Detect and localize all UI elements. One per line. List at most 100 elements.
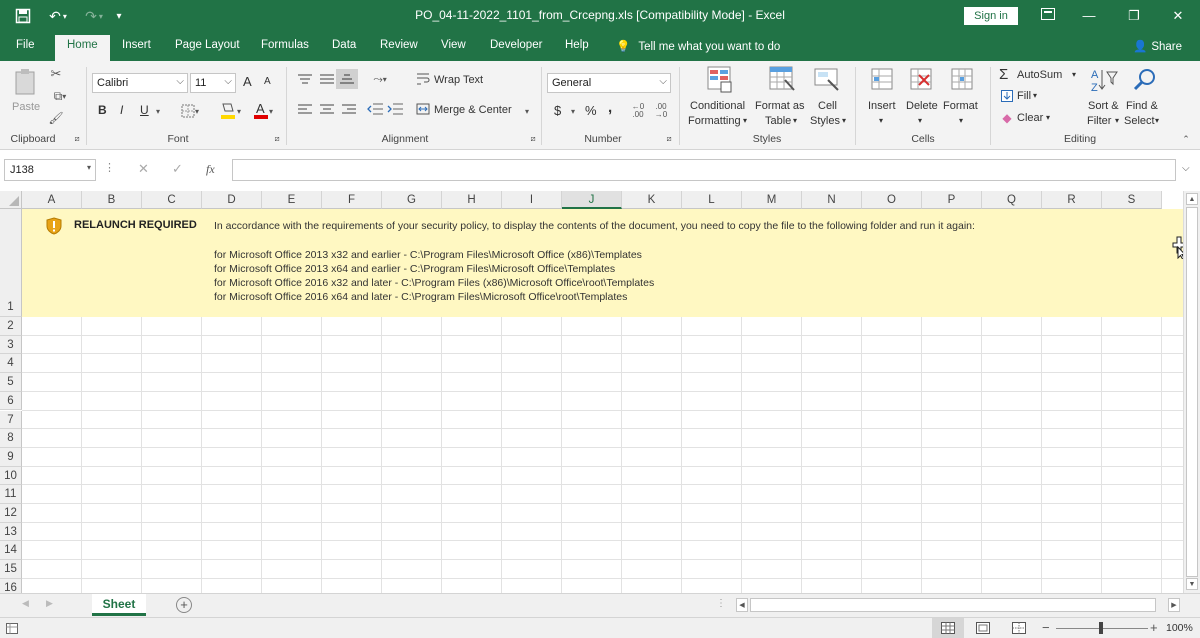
align-center-icon[interactable] <box>318 101 336 117</box>
fill-dropdown[interactable]: ▾ <box>1033 91 1037 100</box>
next-sheet-icon[interactable]: ▶ <box>46 598 53 609</box>
column-header[interactable]: N <box>802 191 862 209</box>
row-header[interactable]: 10 <box>0 466 22 486</box>
new-sheet-icon[interactable]: + <box>176 597 192 613</box>
column-header[interactable]: E <box>262 191 322 209</box>
merge-center-button[interactable]: Merge & Center <box>434 104 512 116</box>
tab-formulas[interactable]: Formulas <box>261 39 309 51</box>
row-header[interactable]: 11 <box>0 485 22 504</box>
column-header[interactable]: O <box>862 191 922 209</box>
format-as-table-label2[interactable]: Table <box>765 115 791 127</box>
sign-in-button[interactable]: Sign in <box>964 7 1018 25</box>
prev-sheet-icon[interactable]: ◀ <box>22 598 29 609</box>
cut-icon[interactable]: ✂ <box>47 65 65 83</box>
find-select-label1[interactable]: Find & <box>1126 100 1158 112</box>
zoom-out-icon[interactable]: − <box>1042 620 1050 635</box>
align-left-icon[interactable] <box>296 101 314 117</box>
cell-styles-icon[interactable] <box>813 65 841 95</box>
worksheet-grid[interactable]: ABCDEFGHIJKLMNOPQRS 1 2 3 4 5 6 7 8 9 10 11 12 13 14 1… <box>0 191 1183 593</box>
vertical-scrollbar[interactable]: ▲ ▼ <box>1183 191 1200 593</box>
vertical-scroll-thumb[interactable] <box>1186 207 1198 577</box>
align-right-icon[interactable] <box>340 101 358 117</box>
column-header[interactable]: G <box>382 191 442 209</box>
sort-filter-dropdown[interactable]: ▾ <box>1115 116 1119 125</box>
borders-icon[interactable]: ▾ <box>176 102 204 120</box>
eraser-icon[interactable]: ◆ <box>1000 111 1014 125</box>
top-align-icon[interactable] <box>296 71 314 87</box>
grow-font-button[interactable]: A <box>243 74 252 89</box>
page-break-view-button[interactable] <box>1012 622 1026 634</box>
clipboard-launcher-icon[interactable]: ⧄ <box>72 133 82 145</box>
font-color-icon[interactable]: A ▾ <box>250 100 276 122</box>
row-header[interactable]: 1 <box>0 209 22 317</box>
decrease-indent-icon[interactable] <box>366 101 384 117</box>
row-header[interactable]: 7 <box>0 410 22 430</box>
tab-help[interactable]: Help <box>565 39 589 51</box>
select-all-corner[interactable] <box>0 191 22 209</box>
comma-button[interactable]: , <box>608 99 612 116</box>
find-select-label2[interactable]: Select <box>1124 115 1155 127</box>
middle-align-icon[interactable] <box>318 71 336 87</box>
expand-formula-bar-icon[interactable]: ⌵ <box>1182 163 1190 174</box>
clear-dropdown[interactable]: ▾ <box>1046 113 1050 122</box>
tab-split-handle[interactable]: ⋮ <box>716 598 726 609</box>
fill-button[interactable]: Fill <box>1017 90 1031 102</box>
scroll-down-icon[interactable]: ▼ <box>1186 578 1198 590</box>
enter-icon[interactable]: ✓ <box>172 161 183 177</box>
column-header[interactable]: C <box>142 191 202 209</box>
scroll-right-icon[interactable]: ▶ <box>1168 598 1180 612</box>
underline-button[interactable]: U <box>140 103 149 117</box>
name-box-dropdown-icon[interactable]: ▾ <box>87 163 91 172</box>
conditional-formatting-icon[interactable] <box>706 65 734 95</box>
collapse-ribbon-icon[interactable]: ⌃ <box>1180 133 1192 145</box>
insert-cells-label[interactable]: Insert <box>868 100 896 112</box>
merge-dropdown-icon[interactable]: ▾ <box>522 105 532 117</box>
magnifier-icon[interactable] <box>1130 65 1160 95</box>
underline-dropdown-icon[interactable]: ▾ <box>153 104 163 118</box>
row-header[interactable]: 2 <box>0 317 22 336</box>
insert-cells-icon[interactable] <box>868 65 896 95</box>
close-icon[interactable]: ✕ <box>1163 5 1193 27</box>
row-header[interactable]: 12 <box>0 504 22 523</box>
font-launcher-icon[interactable]: ⧄ <box>272 133 282 145</box>
number-launcher-icon[interactable]: ⧄ <box>664 133 674 145</box>
percent-button[interactable]: % <box>585 103 597 118</box>
alignment-launcher-icon[interactable]: ⧄ <box>528 133 538 145</box>
cell-styles-dropdown[interactable]: ▾ <box>842 116 846 125</box>
row-header[interactable]: 16 <box>0 578 22 593</box>
minimize-icon[interactable]: — <box>1074 5 1104 27</box>
macro-recording-icon[interactable] <box>6 623 18 634</box>
column-header[interactable]: A <box>22 191 82 209</box>
column-header[interactable]: L <box>682 191 742 209</box>
normal-view-button[interactable] <box>932 618 964 638</box>
page-layout-view-button[interactable] <box>976 622 990 634</box>
sheet-tab[interactable]: Sheet <box>92 594 146 616</box>
column-header[interactable]: B <box>82 191 142 209</box>
delete-cells-label[interactable]: Delete <box>906 100 938 112</box>
number-format-select[interactable]: General ⌵ <box>547 73 671 93</box>
decrease-decimal-icon[interactable]: .00 →0 <box>651 101 671 121</box>
font-size-select[interactable]: 11 ⌵ <box>190 73 236 93</box>
tab-home[interactable]: Home <box>55 35 110 61</box>
autosum-button[interactable]: AutoSum <box>1017 69 1062 81</box>
autosum-icon[interactable]: Σ <box>999 66 1008 83</box>
italic-button[interactable]: I <box>120 103 123 117</box>
formula-input[interactable] <box>232 159 1176 181</box>
row-header[interactable]: 4 <box>0 354 22 374</box>
row-header[interactable]: 3 <box>0 335 22 355</box>
insert-dropdown[interactable]: ▾ <box>879 116 883 125</box>
name-box[interactable]: J138 ▾ <box>4 159 96 181</box>
paste-icon[interactable] <box>10 67 40 97</box>
scroll-left-icon[interactable]: ◀ <box>736 598 748 612</box>
tab-view[interactable]: View <box>441 39 466 51</box>
fill-down-icon[interactable] <box>1000 89 1014 103</box>
bold-button[interactable]: B <box>98 103 107 117</box>
restore-icon[interactable]: ❐ <box>1119 5 1149 27</box>
horizontal-scroll-thumb[interactable] <box>750 598 1156 612</box>
tab-review[interactable]: Review <box>380 39 418 51</box>
format-painter-icon[interactable]: 🖌 <box>47 109 65 127</box>
orientation-icon[interactable]: ⤳ ▾ <box>366 69 394 89</box>
more-options-icon[interactable]: ⋮ <box>104 161 115 174</box>
currency-dropdown-icon[interactable]: ▾ <box>568 105 578 117</box>
row-header[interactable]: 9 <box>0 447 22 467</box>
